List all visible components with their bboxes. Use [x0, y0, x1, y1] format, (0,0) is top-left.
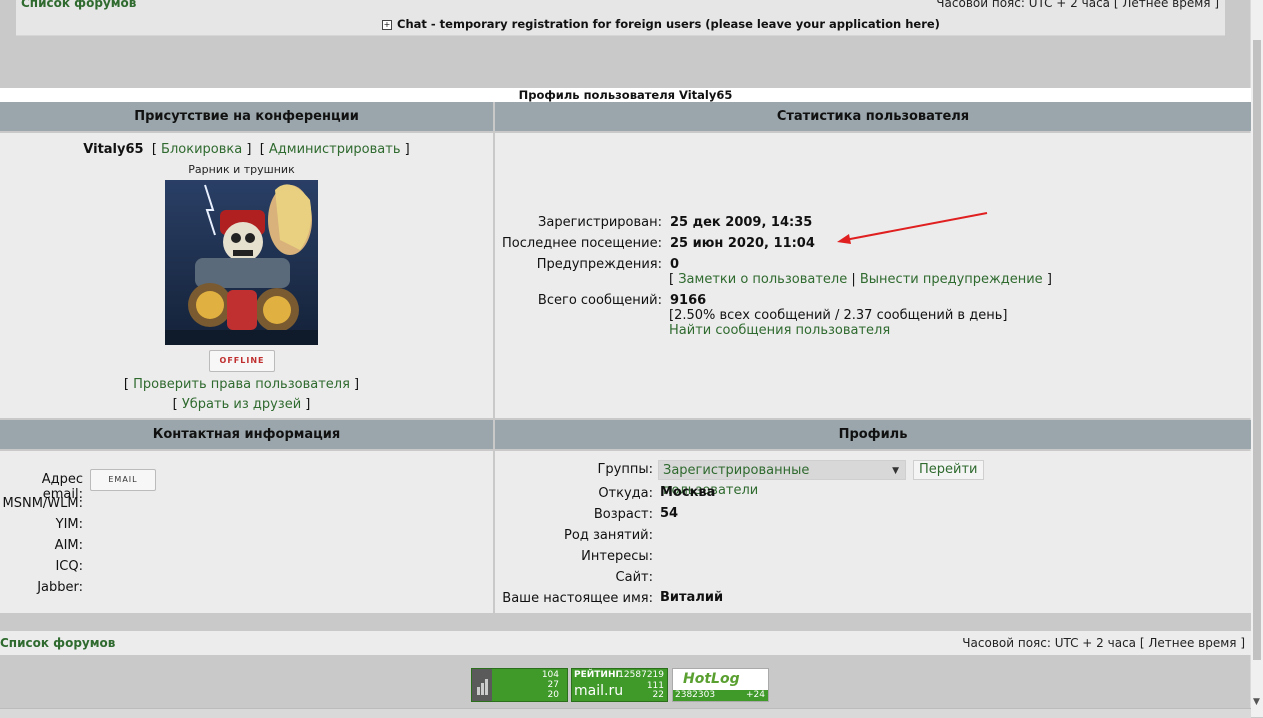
- hotlog-counter[interactable]: HotLog 2382303 +24: [672, 668, 769, 702]
- stats-header: Статистика пользователя: [495, 102, 1251, 131]
- check-rights-link[interactable]: Проверить права пользователя: [133, 377, 350, 392]
- go-button[interactable]: Перейти: [913, 460, 984, 480]
- user-rank-title: Рарник и трушник: [188, 163, 295, 176]
- liveinternet-counter[interactable]: 104 27 20: [471, 668, 568, 702]
- admin-link[interactable]: Администрировать: [269, 142, 401, 157]
- jabber-label: Jabber:: [37, 580, 83, 595]
- username: Vitaly65: [83, 142, 144, 157]
- mailru-rating-counter[interactable]: РЕЙТИНГ 12587219 mail.ru 111 22: [571, 668, 668, 702]
- scrollbar-thumb[interactable]: [1253, 40, 1261, 660]
- contact-panel: Адрес email: EMAIL MSNM/WLM: YIM: AIM: I…: [0, 451, 493, 613]
- avatar: [165, 180, 318, 345]
- avatar-image: [165, 180, 318, 345]
- msnm-label: MSNM/WLM:: [2, 496, 83, 511]
- forum-list-link-top[interactable]: Список форумов: [21, 0, 136, 10]
- site-label: Сайт:: [615, 570, 653, 585]
- check-rights-row: [ Проверить права пользователя ]: [123, 377, 360, 392]
- chat-link-row[interactable]: + Chat - temporary registration for forei…: [382, 17, 940, 31]
- username-row: Vitaly65 [ Блокировка ] [ Администрирова…: [83, 142, 410, 157]
- warnings-label: Предупреждения:: [536, 257, 662, 272]
- realname-value: Виталий: [660, 590, 724, 605]
- presence-panel: Vitaly65 [ Блокировка ] [ Администрирова…: [0, 133, 493, 418]
- icq-label: ICQ:: [55, 559, 83, 574]
- forum-list-link-bottom[interactable]: Список форумов: [0, 636, 115, 650]
- annotation-arrow: [837, 212, 988, 244]
- views-count: 104: [541, 670, 559, 680]
- email-button[interactable]: EMAIL: [90, 469, 156, 491]
- presence-header: Присутствие на конференции: [0, 102, 493, 131]
- expand-plus-icon[interactable]: +: [382, 20, 392, 30]
- offline-badge: OFFLINE: [209, 350, 275, 372]
- online-count: 20: [547, 690, 559, 700]
- chart-icon: [472, 669, 492, 701]
- timezone-top: Часовой пояс: UTC + 2 часа [ Летнее врем…: [936, 0, 1219, 10]
- from-value: Москва: [660, 485, 716, 500]
- posts-label: Всего сообщений:: [537, 293, 662, 308]
- registered-label: Зарегистрирован:: [538, 215, 662, 230]
- warnings-links: [ Заметки о пользователе | Вынести преду…: [669, 272, 1052, 287]
- last-visit-value: 25 июн 2020, 11:04: [670, 236, 815, 251]
- hotlog-delta: +24: [746, 690, 765, 700]
- divider: [0, 613, 1251, 631]
- visitors-count: 27: [547, 680, 559, 690]
- profile-panel: Группы: Зарегистрированные пользователи …: [495, 451, 1251, 613]
- timezone-bottom: Часовой пояс: UTC + 2 часа [ Летнее врем…: [962, 636, 1245, 650]
- age-label: Возраст:: [593, 507, 653, 522]
- posts-value: 9166: [670, 293, 707, 308]
- rating-label: РЕЙТИНГ: [574, 670, 622, 680]
- hotlog-number: 2382303: [675, 690, 716, 700]
- footer-nav: Список форумов Часовой пояс: UTC + 2 час…: [0, 631, 1251, 655]
- block-link[interactable]: Блокировка: [161, 142, 242, 157]
- rating-number: 12587219: [618, 670, 664, 680]
- occupation-label: Род занятий:: [564, 528, 653, 543]
- chat-link[interactable]: Chat - temporary registration for foreig…: [397, 17, 940, 31]
- page-title: Профиль пользователя Vitaly65: [0, 88, 1251, 102]
- groups-select[interactable]: Зарегистрированные пользователи ▼: [658, 460, 906, 498]
- find-posts-link[interactable]: Найти сообщения пользователя: [669, 323, 890, 338]
- warnings-value: 0: [670, 257, 680, 272]
- yim-label: YIM:: [55, 517, 83, 532]
- age-value: 54: [660, 506, 679, 521]
- remove-friend-link[interactable]: Убрать из друзей: [182, 397, 301, 412]
- dropdown-arrow-icon: ▼: [892, 466, 899, 476]
- vertical-scrollbar[interactable]: ▼: [1250, 0, 1263, 717]
- hotlog-logo: HotLog: [683, 671, 740, 687]
- chat-bar: + Chat - temporary registration for forei…: [16, 12, 1225, 36]
- scroll-down-arrow-icon[interactable]: ▼: [1253, 697, 1260, 707]
- rating-c: 22: [652, 690, 664, 700]
- mailru-logo: mail.ru: [574, 683, 624, 699]
- contact-header: Контактная информация: [0, 420, 493, 449]
- interests-label: Интересы:: [581, 549, 653, 564]
- last-visit-label: Последнее посещение:: [502, 236, 662, 251]
- aim-label: AIM:: [54, 538, 83, 553]
- user-notes-link[interactable]: Заметки о пользователе: [678, 272, 847, 287]
- profile-header: Профиль: [495, 420, 1251, 449]
- from-label: Откуда:: [598, 486, 653, 501]
- registered-value: 25 дек 2009, 14:35: [670, 215, 813, 230]
- realname-label: Ваше настоящее имя:: [502, 591, 653, 606]
- posts-detail: [2.50% всех сообщений / 2.37 сообщений в…: [669, 308, 1008, 323]
- remove-friend-row: [ Убрать из друзей ]: [172, 397, 311, 412]
- groups-label: Группы:: [597, 462, 653, 477]
- issue-warning-link[interactable]: Вынести предупреждение: [860, 272, 1043, 287]
- top-nav: Список форумов Часовой пояс: UTC + 2 час…: [16, 0, 1225, 12]
- stats-panel: Зарегистрирован: 25 дек 2009, 14:35 Посл…: [495, 133, 1251, 418]
